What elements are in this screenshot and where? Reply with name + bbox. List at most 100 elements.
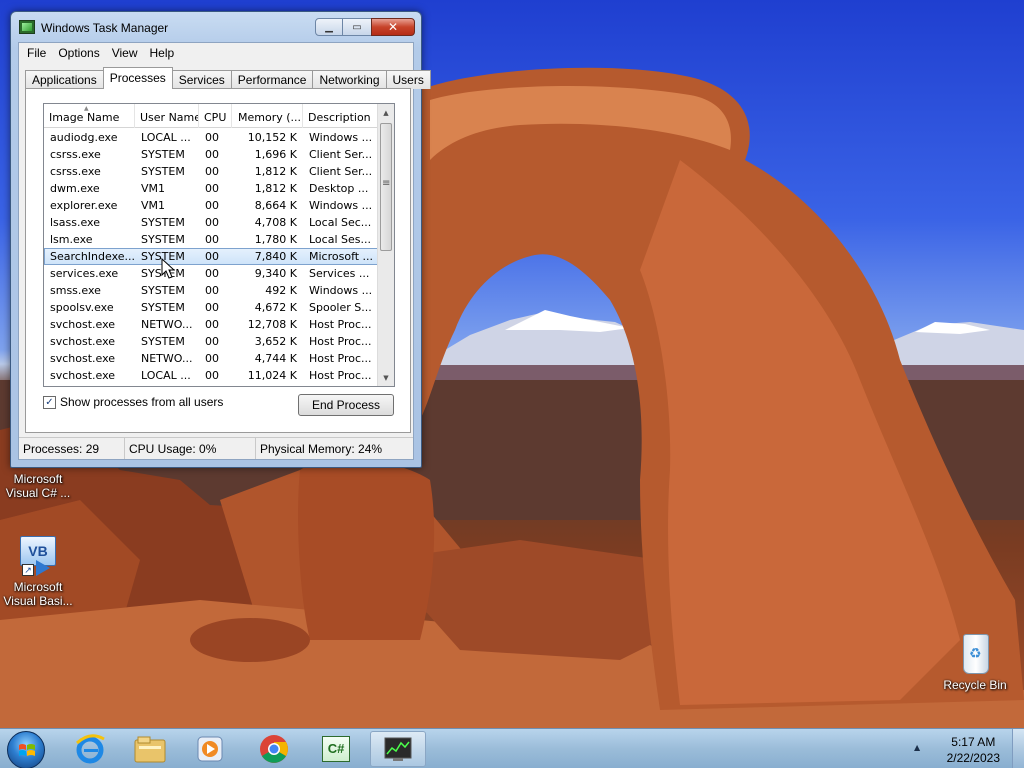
processes-panel: ▲ Image Name User Name CPU Memory (... De… bbox=[25, 88, 411, 433]
cell-cpu: 00 bbox=[205, 267, 219, 280]
cell-image-name: smss.exe bbox=[50, 284, 101, 297]
table-row[interactable]: audiodg.exe LOCAL ... 00 10,152 K Windows ..… bbox=[44, 129, 378, 146]
cell-cpu: 00 bbox=[205, 199, 219, 212]
taskbar-visual-csharp[interactable]: C# bbox=[308, 731, 364, 767]
show-all-users-checkbox[interactable]: ✓ bbox=[43, 395, 56, 409]
cell-memory: 12,708 K bbox=[247, 318, 297, 331]
table-row[interactable]: svchost.exe SYSTEM 00 3,652 K Host Proc... bbox=[44, 333, 378, 350]
cell-memory: 1,812 K bbox=[254, 165, 297, 178]
cell-memory: 10,152 K bbox=[247, 131, 297, 144]
cell-description: Windows ... bbox=[309, 284, 373, 297]
tab-processes[interactable]: Processes bbox=[102, 67, 173, 89]
title-bar[interactable]: Windows Task Manager ▁ ▭ ✕ bbox=[11, 12, 421, 42]
table-row[interactable]: svchost.exe NETWO... 00 12,708 K Host Proc..… bbox=[44, 316, 378, 333]
process-list[interactable]: ▲ Image Name User Name CPU Memory (... De… bbox=[43, 103, 395, 387]
desktop-icon-label: Microsoft Visual Basi... bbox=[3, 580, 73, 608]
table-row[interactable]: lsm.exe SYSTEM 00 1,780 K Local Ses... bbox=[44, 231, 378, 248]
menu-options[interactable]: Options bbox=[52, 43, 105, 63]
maximize-button[interactable]: ▭ bbox=[343, 18, 371, 36]
file-explorer-icon bbox=[134, 736, 166, 763]
cell-description: Host Proc... bbox=[309, 318, 372, 331]
status-processes: Processes: 29 bbox=[19, 438, 125, 459]
cell-memory: 11,024 K bbox=[247, 369, 297, 382]
cell-description: Host Proc... bbox=[309, 335, 372, 348]
taskbar-internet-explorer[interactable] bbox=[62, 731, 118, 767]
desktop-icon-visual-csharp[interactable]: Microsoft Visual C# ... bbox=[2, 472, 74, 500]
scrollbar-thumb[interactable] bbox=[380, 123, 392, 251]
table-row[interactable]: svchost.exe LOCAL ... 00 11,024 K Host Proc.… bbox=[44, 367, 378, 384]
clock[interactable]: 5:17 AM 2/22/2023 bbox=[947, 734, 1000, 766]
status-physical-memory: Physical Memory: 24% bbox=[260, 442, 383, 456]
tab-applications[interactable]: Applications bbox=[25, 70, 104, 89]
table-row[interactable]: services.exeSYSTEM009,340 KServices ... bbox=[44, 265, 378, 282]
cell-image-name: lsass.exe bbox=[50, 216, 100, 229]
scroll-down-icon[interactable]: ▼ bbox=[378, 369, 394, 386]
start-button[interactable] bbox=[7, 731, 45, 768]
taskbar: C# ▲ 5:17 AM 2/22/2023 bbox=[0, 728, 1024, 768]
column-image-name[interactable]: ▲ Image Name bbox=[44, 104, 135, 128]
windows-logo-icon bbox=[19, 744, 35, 756]
cell-image-name: spoolsv.exe bbox=[50, 301, 114, 314]
column-cpu[interactable]: CPU bbox=[199, 104, 232, 128]
window-title: Windows Task Manager bbox=[41, 21, 169, 35]
show-all-users-row[interactable]: ✓ Show processes from all users bbox=[43, 395, 223, 409]
menu-view[interactable]: View bbox=[106, 43, 144, 63]
scroll-up-icon[interactable]: ▲ bbox=[378, 104, 394, 121]
desktop-icon-recycle-bin[interactable]: ♻ Recycle Bin bbox=[939, 632, 1011, 692]
show-desktop-button[interactable] bbox=[1012, 729, 1024, 768]
cell-description: Services ... bbox=[309, 267, 370, 280]
cell-image-name: csrss.exe bbox=[50, 165, 101, 178]
show-hidden-icons-icon[interactable]: ▲ bbox=[914, 743, 920, 752]
cell-user-name: SYSTEM bbox=[141, 216, 185, 229]
table-row[interactable]: smss.exe SYSTEM 00 492 K Windows ... bbox=[44, 282, 378, 299]
menu-help[interactable]: Help bbox=[144, 43, 181, 63]
cell-cpu: 00 bbox=[205, 284, 219, 297]
table-row[interactable]: csrss.exe SYSTEM 00 1,812 K Client Ser... bbox=[44, 163, 378, 180]
column-user-name[interactable]: User Name bbox=[135, 104, 199, 128]
table-row[interactable]: lsass.exe SYSTEM 00 4,708 K Local Sec... bbox=[44, 214, 378, 231]
cell-image-name: svchost.exe bbox=[50, 318, 116, 331]
process-list-header: ▲ Image Name User Name CPU Memory (... De… bbox=[44, 104, 394, 128]
cell-user-name: SYSTEM bbox=[141, 165, 185, 178]
table-row[interactable]: explorer.exe VM1 00 8,664 K Windows ... bbox=[44, 197, 378, 214]
taskbar-media-player[interactable] bbox=[182, 731, 238, 767]
cell-user-name: SYSTEM bbox=[141, 233, 185, 246]
tab-services[interactable]: Services bbox=[171, 70, 232, 89]
cell-cpu: 00 bbox=[205, 165, 219, 178]
cell-memory: 4,744 K bbox=[254, 352, 297, 365]
cell-cpu: 00 bbox=[205, 148, 219, 161]
cell-memory: 1,780 K bbox=[254, 233, 297, 246]
window-client: File Options View Help Applications Proc… bbox=[18, 42, 431, 460]
close-button[interactable]: ✕ bbox=[371, 18, 415, 36]
desktop-icon-visual-basic[interactable]: VB ↗ Microsoft Visual Basi... bbox=[2, 534, 74, 608]
table-row[interactable]: csrss.exe SYSTEM 00 1,696 K Client Ser... bbox=[44, 146, 378, 163]
column-memory[interactable]: Memory (... bbox=[232, 104, 303, 128]
table-row[interactable]: dwm.exe VM1 00 1,812 K Desktop ... bbox=[44, 180, 378, 197]
table-row[interactable]: spoolsv.exe SYSTEM 00 4,672 K Spooler S... bbox=[44, 299, 378, 316]
task-manager-icon bbox=[384, 737, 412, 761]
cell-memory: 9,340 K bbox=[254, 267, 297, 280]
visual-basic-icon: VB ↗ bbox=[16, 534, 60, 578]
chrome-icon bbox=[260, 735, 288, 763]
tab-performance[interactable]: Performance bbox=[230, 70, 314, 89]
end-process-button[interactable]: End Process bbox=[298, 394, 394, 416]
cell-user-name: VM1 bbox=[141, 199, 166, 212]
cell-image-name: svchost.exe bbox=[50, 335, 116, 348]
tab-users[interactable]: Users bbox=[385, 70, 431, 89]
status-bar: Processes: 29 CPU Usage: 0% Physical Mem… bbox=[19, 437, 413, 459]
taskbar-file-explorer[interactable] bbox=[122, 731, 178, 767]
tab-networking[interactable]: Networking bbox=[312, 70, 387, 89]
minimize-button[interactable]: ▁ bbox=[315, 18, 343, 36]
menu-file[interactable]: File bbox=[21, 43, 52, 63]
column-description[interactable]: Description bbox=[303, 104, 378, 128]
taskbar-chrome[interactable] bbox=[246, 731, 302, 767]
recycle-bin-icon: ♻ bbox=[953, 632, 997, 676]
taskbar-task-manager[interactable] bbox=[370, 731, 426, 767]
task-manager-icon bbox=[19, 20, 35, 34]
table-row[interactable]: svchost.exe NETWO... 00 4,744 K Host Proc... bbox=[44, 350, 378, 367]
internet-explorer-icon bbox=[75, 734, 105, 764]
table-row[interactable]: SearchIndexe... SYSTEM 00 7,840 K Microsoft … bbox=[44, 248, 378, 265]
cell-cpu: 00 bbox=[205, 335, 219, 348]
vertical-scrollbar[interactable]: ▲ ▼ bbox=[377, 104, 394, 386]
cell-image-name: svchost.exe bbox=[50, 369, 116, 382]
